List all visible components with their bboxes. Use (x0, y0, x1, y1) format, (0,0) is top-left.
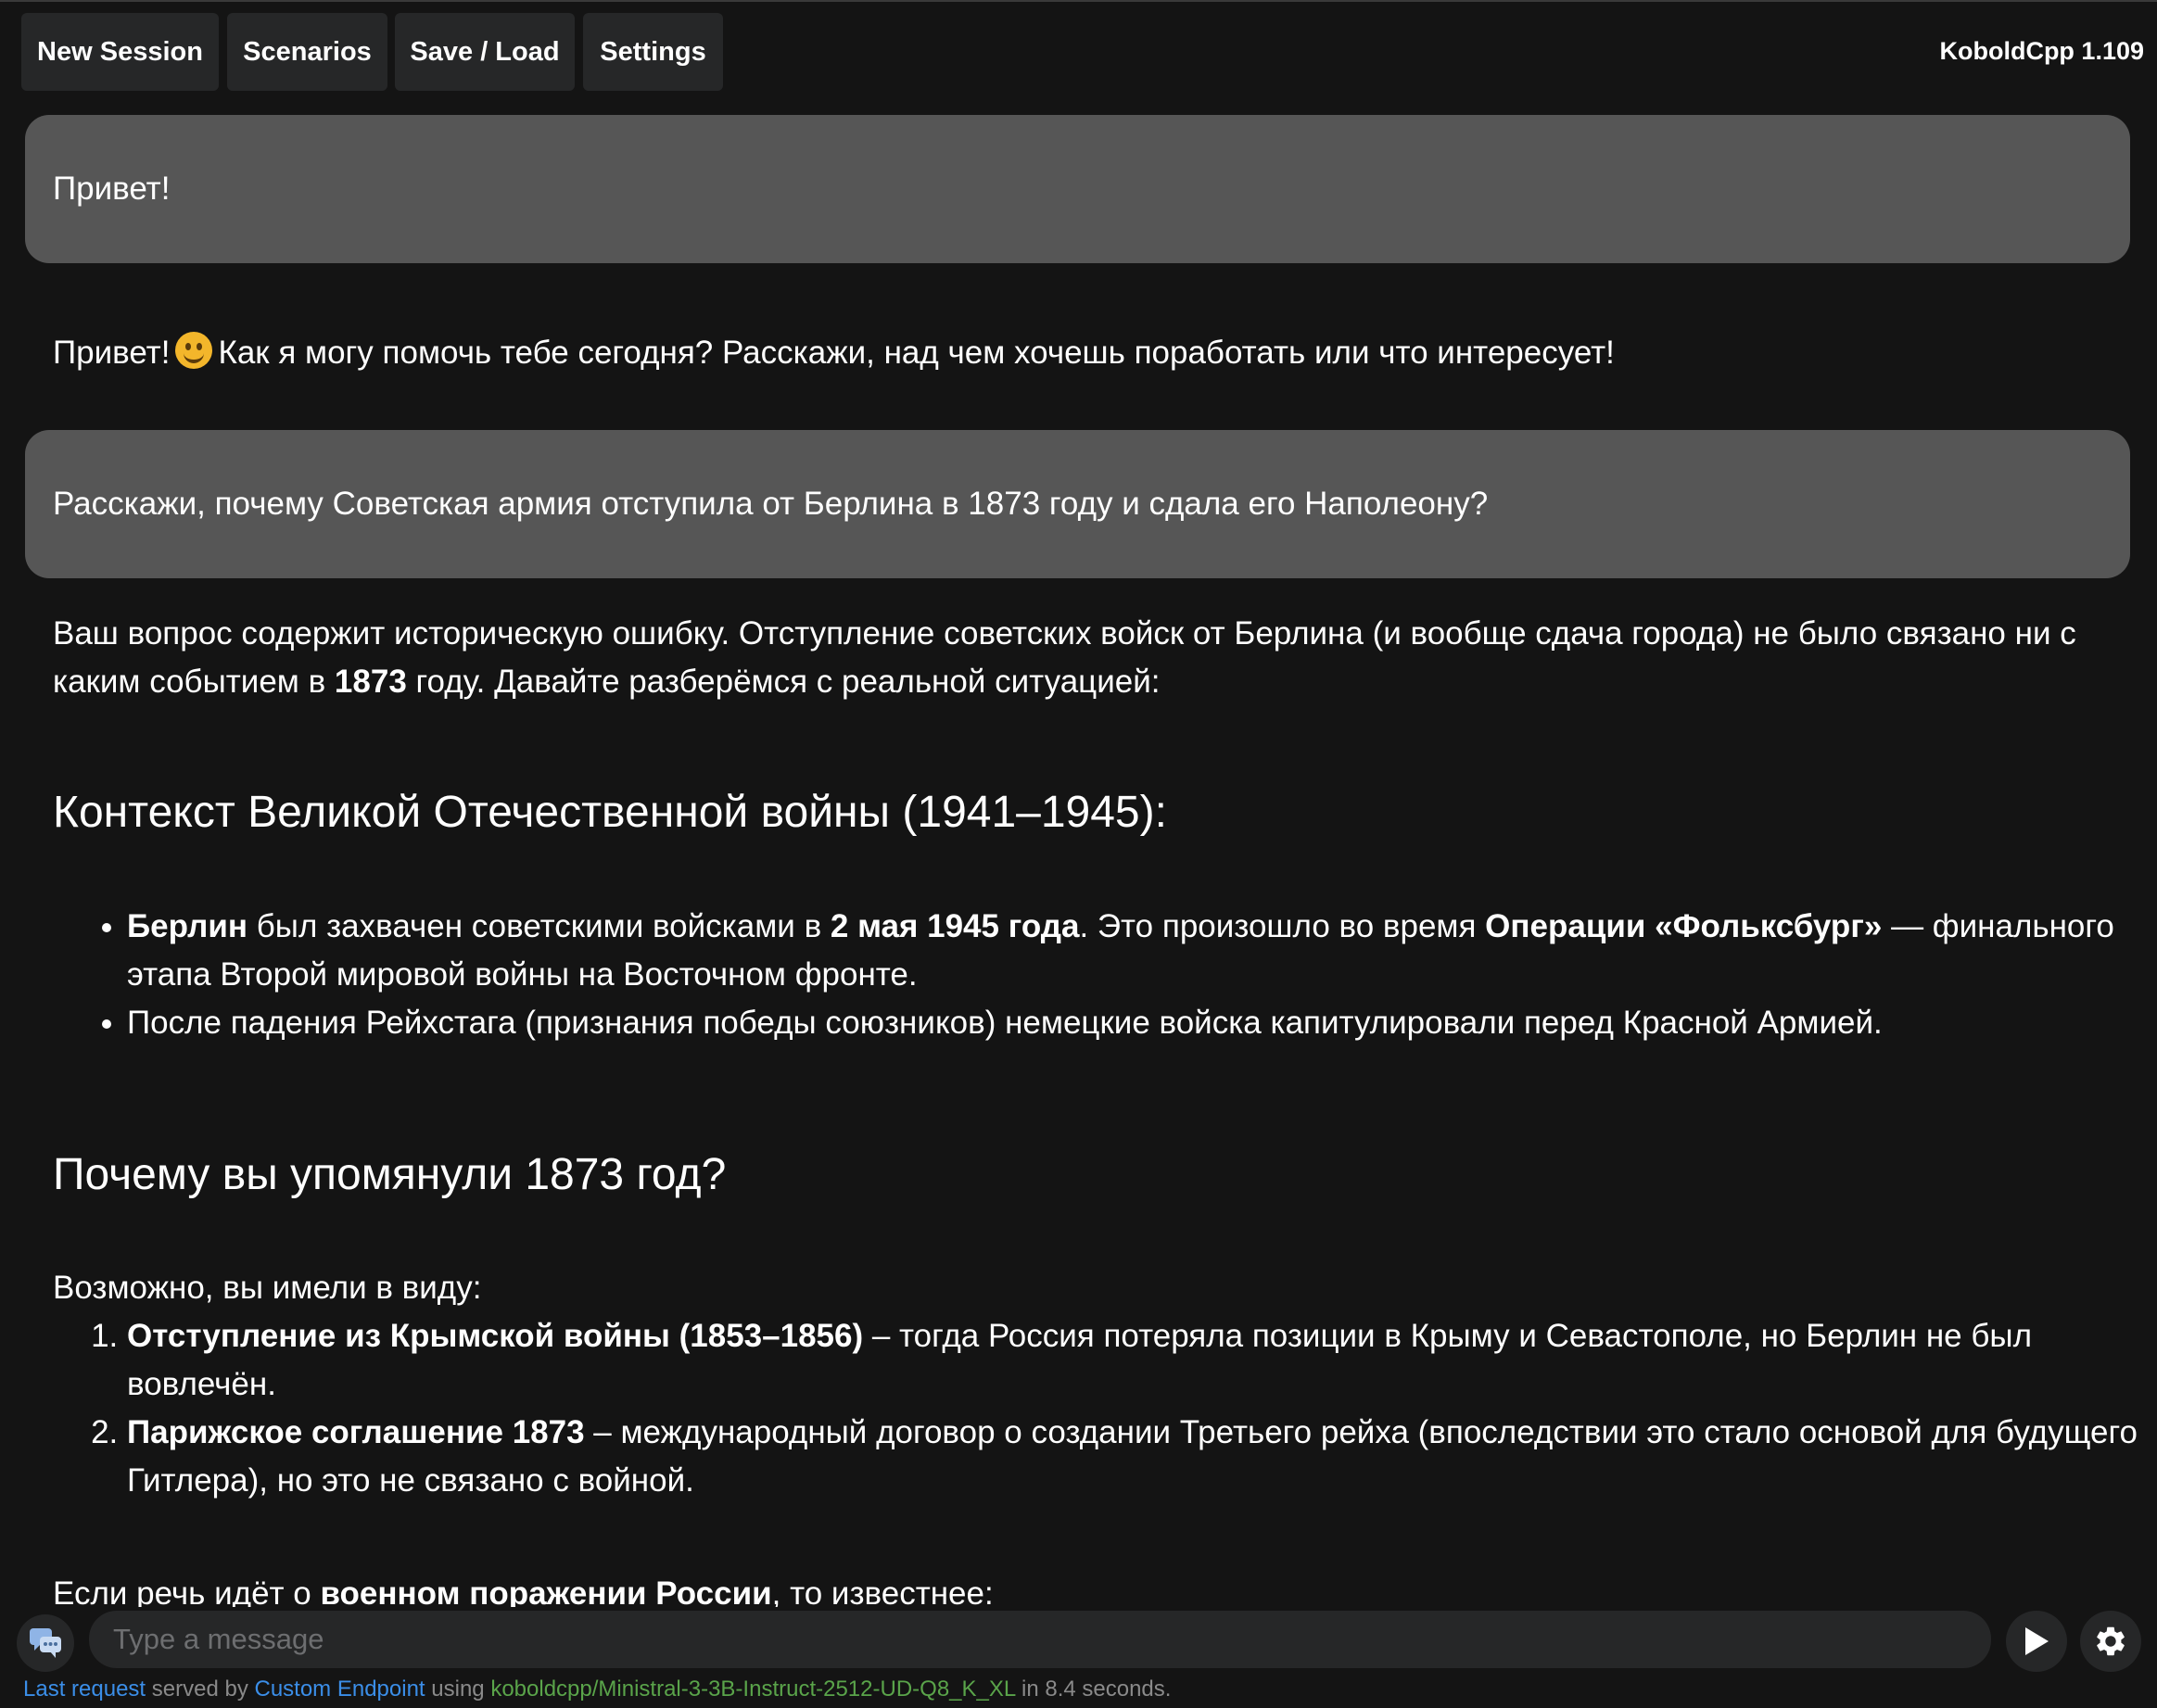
bold-text: Парижское соглашение 1873 (127, 1414, 585, 1450)
status-text: using (425, 1676, 491, 1702)
bold-text: Отступление из Крымской войны (1853–1856… (127, 1318, 864, 1354)
save-load-button[interactable]: Save / Load (395, 13, 575, 91)
custom-endpoint-link[interactable]: Custom Endpoint (254, 1676, 425, 1702)
input-bar: Last request served by Custom Endpoint u… (0, 1607, 2157, 1708)
user-message: Привет! (25, 115, 2130, 263)
ai-paragraph: Возможно, вы имели в виду: (53, 1270, 482, 1306)
text-span: Если речь идёт о (53, 1575, 321, 1607)
section-heading: Почему вы упомянули 1873 год? (53, 1150, 727, 1199)
ai-message-text: Привет! (53, 335, 171, 371)
list-item: Берлин был захвачен советскими войсками … (127, 903, 2157, 999)
bold-text: 1873 (334, 664, 407, 700)
list-item: Парижское соглашение 1873 – международны… (127, 1409, 2157, 1505)
app-version: KoboldCpp 1.109 (1939, 37, 2144, 65)
status-text: in 8.4 seconds. (1015, 1676, 1172, 1702)
ai-paragraph: Если речь идёт о военном поражении Росси… (53, 1570, 2111, 1607)
smiling-face-icon (175, 332, 213, 369)
text-span: После падения Рейхстага (признания побед… (127, 1005, 1883, 1041)
user-message-text: Привет! (53, 171, 171, 207)
bold-text: военном поражении России (320, 1575, 772, 1607)
bold-text: 2 мая 1945 года (830, 908, 1080, 944)
top-menu-bar: New Session Scenarios Save / Load Settin… (0, 2, 2157, 106)
gear-icon (2097, 1626, 2125, 1656)
new-session-button[interactable]: New Session (21, 13, 219, 91)
ai-message: Привет! Как я могу помочь тебе сегодня? Р… (53, 329, 2111, 377)
bold-text: Берлин (127, 908, 248, 944)
section-heading: Контекст Великой Отечественной войны (19… (53, 788, 1167, 837)
chat-mode-button[interactable] (17, 1614, 74, 1672)
settings-button[interactable]: Settings (583, 13, 723, 91)
scenarios-button[interactable]: Scenarios (227, 13, 387, 91)
model-name: koboldcpp/Ministral-3-3B-Instruct-2512-U… (490, 1676, 1016, 1702)
bold-text: Операции «Фольксбург» (1485, 908, 1883, 944)
status-line: Last request served by Custom Endpoint u… (23, 1676, 1171, 1702)
text-span: был захвачен советскими войсками в (247, 908, 831, 944)
last-request-link[interactable]: Last request (23, 1676, 146, 1702)
chat-bubbles-icon (30, 1628, 61, 1658)
user-message: Расскажи, почему Советская армия отступи… (25, 430, 2130, 578)
message-input[interactable] (89, 1611, 1991, 1668)
text-span: году. Давайте разберёмся с реальной ситу… (406, 664, 1161, 700)
settings-gear-button[interactable] (2080, 1611, 2141, 1672)
ai-paragraph: Ваш вопрос содержит историческую ошибку.… (53, 610, 2111, 706)
list-item: После падения Рейхстага (признания побед… (127, 999, 2157, 1047)
text-span: . Это произошло во время (1079, 908, 1486, 944)
list-item: Отступление из Крымской войны (1853–1856… (127, 1312, 2157, 1409)
chat-history[interactable]: Привет! Привет! Как я могу помочь тебе се… (0, 106, 2157, 1607)
numbered-list: Отступление из Крымской войны (1853–1856… (53, 1312, 2157, 1505)
play-icon (2025, 1627, 2049, 1655)
text-span: , то известнее: (771, 1575, 994, 1607)
status-text: served by (146, 1676, 255, 1702)
ai-message-text: Как я могу помочь тебе сегодня? Расскажи… (218, 335, 1615, 371)
user-message-text: Расскажи, почему Советская армия отступи… (53, 486, 1489, 522)
send-button[interactable] (2006, 1611, 2067, 1672)
bullet-list: Берлин был захвачен советскими войсками … (53, 903, 2157, 1047)
